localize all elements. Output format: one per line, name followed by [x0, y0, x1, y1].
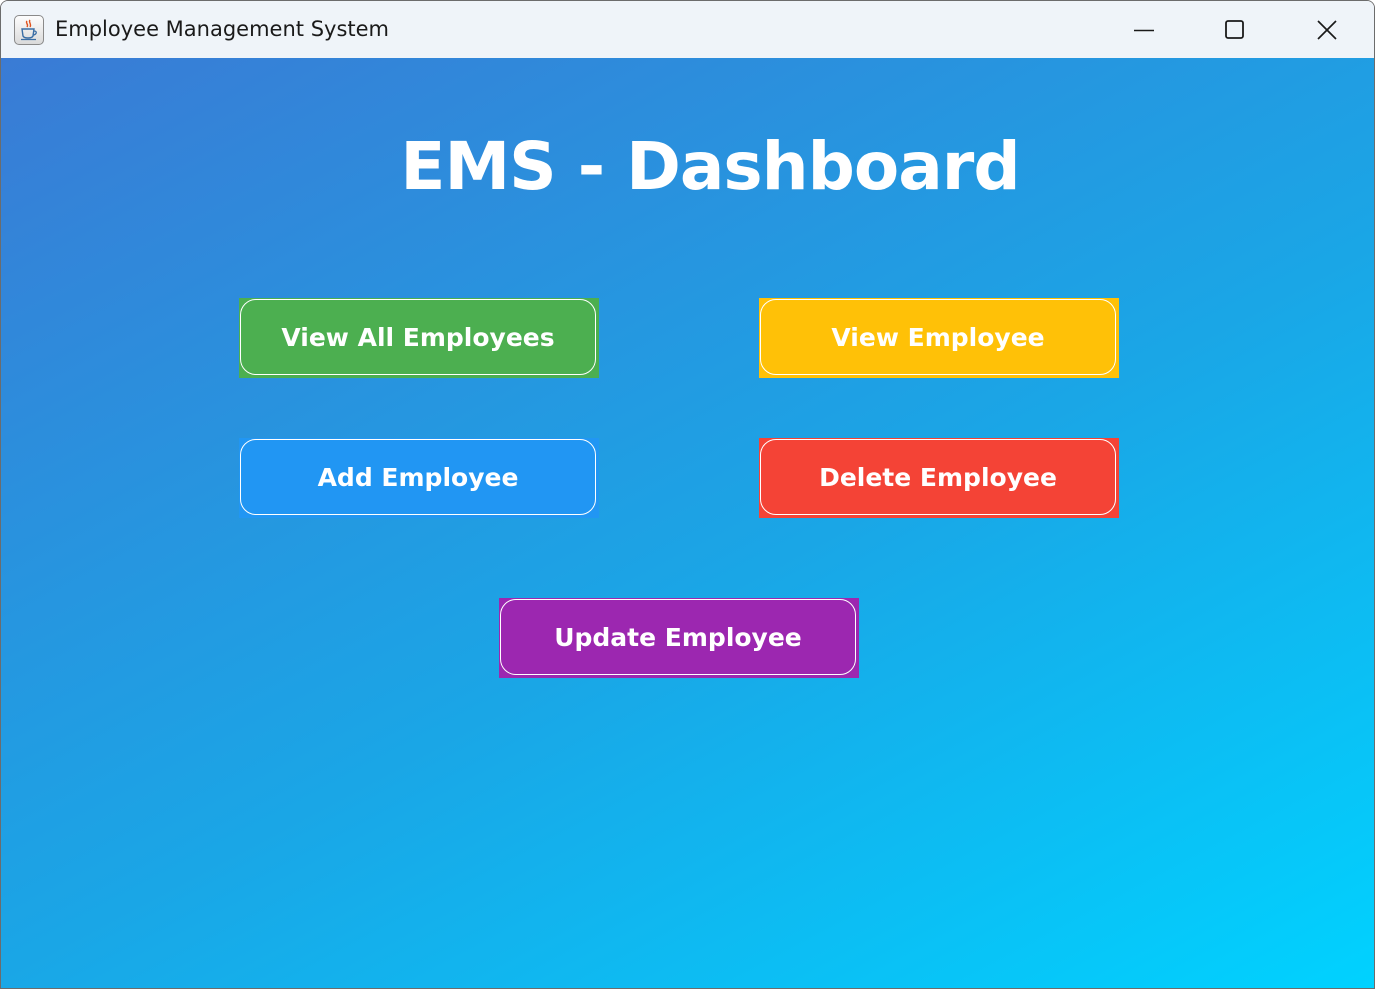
close-icon [1317, 19, 1337, 40]
window-title: Employee Management System [55, 17, 390, 41]
update-employee-button[interactable]: Update Employee [499, 598, 859, 678]
update-employee-label: Update Employee [500, 599, 856, 675]
minimize-button[interactable] [1098, 1, 1190, 58]
view-employee-label: View Employee [760, 299, 1116, 375]
maximize-icon [1225, 19, 1244, 39]
delete-employee-label: Delete Employee [760, 439, 1116, 515]
delete-employee-button[interactable]: Delete Employee [759, 438, 1119, 518]
view-employee-button[interactable]: View Employee [759, 298, 1119, 378]
add-employee-label: Add Employee [240, 439, 596, 515]
minimize-icon [1134, 29, 1154, 31]
add-employee-button[interactable]: Add Employee [239, 438, 599, 518]
dashboard-heading: EMS - Dashboard [400, 128, 1020, 205]
application-window: Employee Management System EMS - Dashboa… [0, 0, 1375, 989]
maximize-button[interactable] [1189, 1, 1281, 58]
dashboard-panel: EMS - Dashboard View All Employees View … [1, 58, 1374, 988]
view-all-employees-label: View All Employees [240, 299, 596, 375]
close-button[interactable] [1281, 1, 1373, 58]
java-cup-icon [14, 15, 44, 45]
title-bar[interactable]: Employee Management System [1, 1, 1374, 58]
view-all-employees-button[interactable]: View All Employees [239, 298, 599, 378]
